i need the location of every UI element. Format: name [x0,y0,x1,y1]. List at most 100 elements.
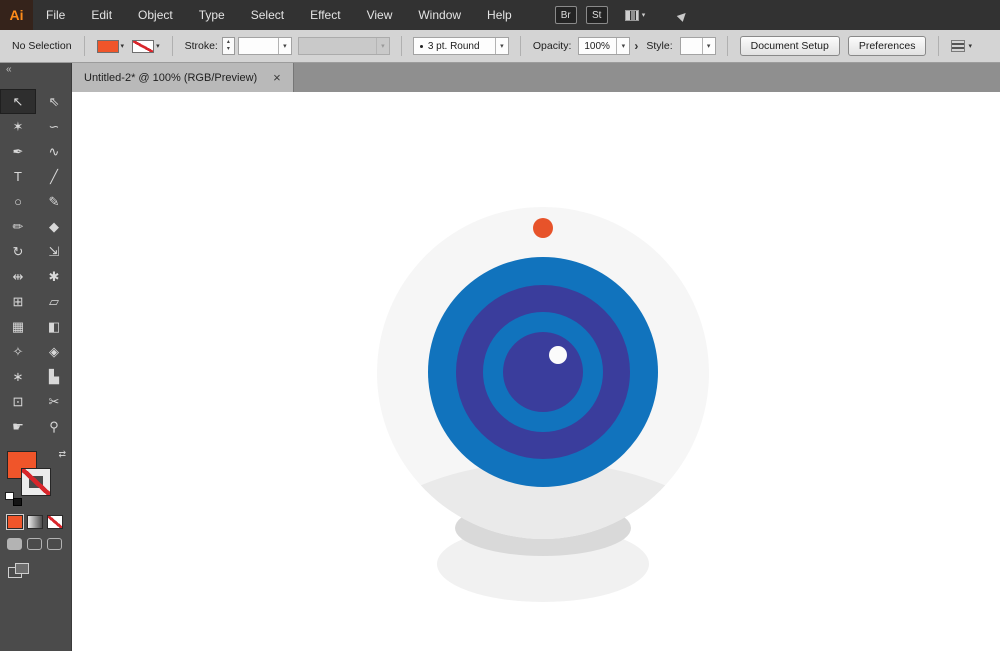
opacity-value: 100% [584,40,610,52]
type-tool[interactable]: T [0,164,36,189]
menu-select[interactable]: Select [238,0,297,30]
lasso-tool[interactable]: ∽ [36,114,72,139]
webcam-illustration[interactable] [72,92,1000,651]
width-tool[interactable]: ⇹ [0,264,36,289]
selection-tool[interactable]: ↖ [0,89,36,114]
artboard-tool[interactable]: ⊡ [0,389,36,414]
gradient-tool[interactable]: ◧ [36,314,72,339]
eyedropper-icon: ✧ [12,343,24,359]
stroke-color-control[interactable]: ▾ [132,39,160,53]
chevron-down-icon[interactable]: ▾ [616,38,629,54]
blend-icon: ◈ [49,343,59,359]
gradient-button[interactable] [27,515,43,529]
draw-normal-button[interactable] [7,538,22,550]
chevron-down-icon[interactable]: ▾ [701,38,715,54]
selection-cursor-icon: ↖ [12,93,24,109]
symbol-sprayer-tool[interactable]: ∗ [0,364,36,389]
gradient-icon: ◧ [47,318,61,334]
graph-tool[interactable]: ▙ [36,364,72,389]
swap-fill-stroke-icon[interactable]: ⇄ [58,449,66,460]
stepper-down-icon[interactable]: ▾ [227,46,230,53]
ellipse-tool[interactable]: ○ [0,189,36,214]
menu-file[interactable]: File [33,0,78,30]
eyedropper-tool[interactable]: ✧ [0,339,36,364]
pencil-tool[interactable]: ✏ [0,214,36,239]
opacity-panel-arrow-icon[interactable]: › [634,39,638,53]
document-setup-button[interactable]: Document Setup [739,36,840,56]
chevron-down-icon[interactable]: ▾ [277,38,291,54]
hand-tool[interactable]: ☛ [0,414,36,439]
menu-help[interactable]: Help [474,0,525,30]
eraser-tool[interactable]: ◆ [36,214,72,239]
fill-type-buttons [0,515,71,529]
blend-tool[interactable]: ◈ [36,339,72,364]
divider [400,36,402,56]
perspective-grid-tool[interactable]: ⊞ [0,289,36,314]
slice-tool[interactable]: ✂ [36,389,72,414]
stroke-weight-combo[interactable]: ▾ [237,37,292,55]
stroke-swatch-none[interactable] [132,39,155,53]
menu-view[interactable]: View [354,0,406,30]
stock-button[interactable]: St [585,6,608,24]
default-fill-stroke-icon[interactable] [5,492,22,506]
document-tab[interactable]: Untitled-2* @ 100% (RGB/Preview) × [72,63,294,92]
chevron-down-icon[interactable]: ▾ [156,42,160,50]
tools-grid: ↖ ⇖ ✶ ∽ ✒ ∿ T ╱ ○ ✎ ✏ ◆ ↻ ⇲ ⇹ ✱ ⊞ ▱ ▦ ◧ ✧ ◈ ∗ ▙ ⊡ ✂ ☛ ⚲ [0,89,71,439]
menu-effect[interactable]: Effect [297,0,353,30]
divider [171,36,173,56]
curvature-tool[interactable]: ∿ [36,139,72,164]
draw-behind-button[interactable] [27,538,42,550]
rotate-icon: ↻ [12,243,24,259]
stroke-proxy-swatch-none[interactable] [21,468,51,496]
arrange-documents-control[interactable]: ▾ [624,9,645,21]
paintbrush-tool[interactable]: ✎ [36,189,72,214]
puppet-warp-icon: ✱ [48,268,60,284]
mesh-tool[interactable]: ▦ [0,314,36,339]
divider [938,36,940,56]
menu-edit[interactable]: Edit [78,0,125,30]
draw-inside-button[interactable] [47,538,62,550]
tools-panel: « ↖ ⇖ ✶ ∽ ✒ ∿ T ╱ ○ ✎ ✏ ◆ ↻ ⇲ ⇹ ✱ ⊞ ▱ ▦ ◧ ✧ ◈ ∗ ▙ ⊡ ✂ ☛ ⚲ ⇄ [0,63,72,651]
menu-object[interactable]: Object [125,0,186,30]
chevron-down-icon[interactable]: ▾ [494,38,508,54]
fill-swatch[interactable] [96,39,119,53]
preferences-button[interactable]: Preferences [847,36,927,56]
close-icon[interactable]: × [273,71,281,84]
style-combo[interactable]: ▾ [679,37,716,55]
color-button[interactable] [7,515,23,529]
bridge-button[interactable]: Br [554,6,577,24]
free-transform-tool[interactable]: ⇲ [36,239,72,264]
type-icon: T [14,169,22,184]
chevron-down-icon[interactable]: ▾ [121,42,125,50]
direct-selection-tool[interactable]: ⇖ [36,89,72,114]
brush-definition-combo[interactable]: 3 pt. Round ▾ [412,37,509,55]
artboard-canvas[interactable] [72,92,1000,651]
collapse-panel-icon[interactable]: « [0,63,71,77]
menu-type[interactable]: Type [186,0,238,30]
stepper-up-icon[interactable]: ▴ [227,39,230,46]
drawing-mode-buttons [0,538,71,550]
magic-wand-tool[interactable]: ✶ [0,114,36,139]
ellipse-icon: ○ [14,194,22,209]
opacity-combo[interactable]: 100% ▾ [578,37,631,55]
gpu-performance-icon[interactable]: ▶ [675,7,690,22]
pen-tool[interactable]: ✒ [0,139,36,164]
align-options-control[interactable]: ▾ [951,40,972,52]
stroke-weight-stepper[interactable]: ▴ ▾ [221,37,235,55]
artboard-icon: ⊡ [12,393,24,409]
line-segment-tool[interactable]: ╱ [36,164,72,189]
puppet-warp-tool[interactable]: ✱ [36,264,72,289]
lasso-icon: ∽ [48,118,60,134]
none-slash-icon [22,469,50,495]
menu-window[interactable]: Window [405,0,474,30]
document-tab-title: Untitled-2* @ 100% (RGB/Preview) [84,71,258,84]
line-icon: ╱ [50,168,58,184]
fill-color-control[interactable]: ▾ [96,39,125,53]
perspective-selection-tool[interactable]: ▱ [36,289,72,314]
rotate-tool[interactable]: ↻ [0,239,36,264]
none-button[interactable] [47,515,63,529]
hand-icon: ☛ [12,418,24,434]
lens-highlight-dot [549,346,567,364]
change-screen-mode-button[interactable] [8,563,32,581]
zoom-tool[interactable]: ⚲ [36,414,72,439]
